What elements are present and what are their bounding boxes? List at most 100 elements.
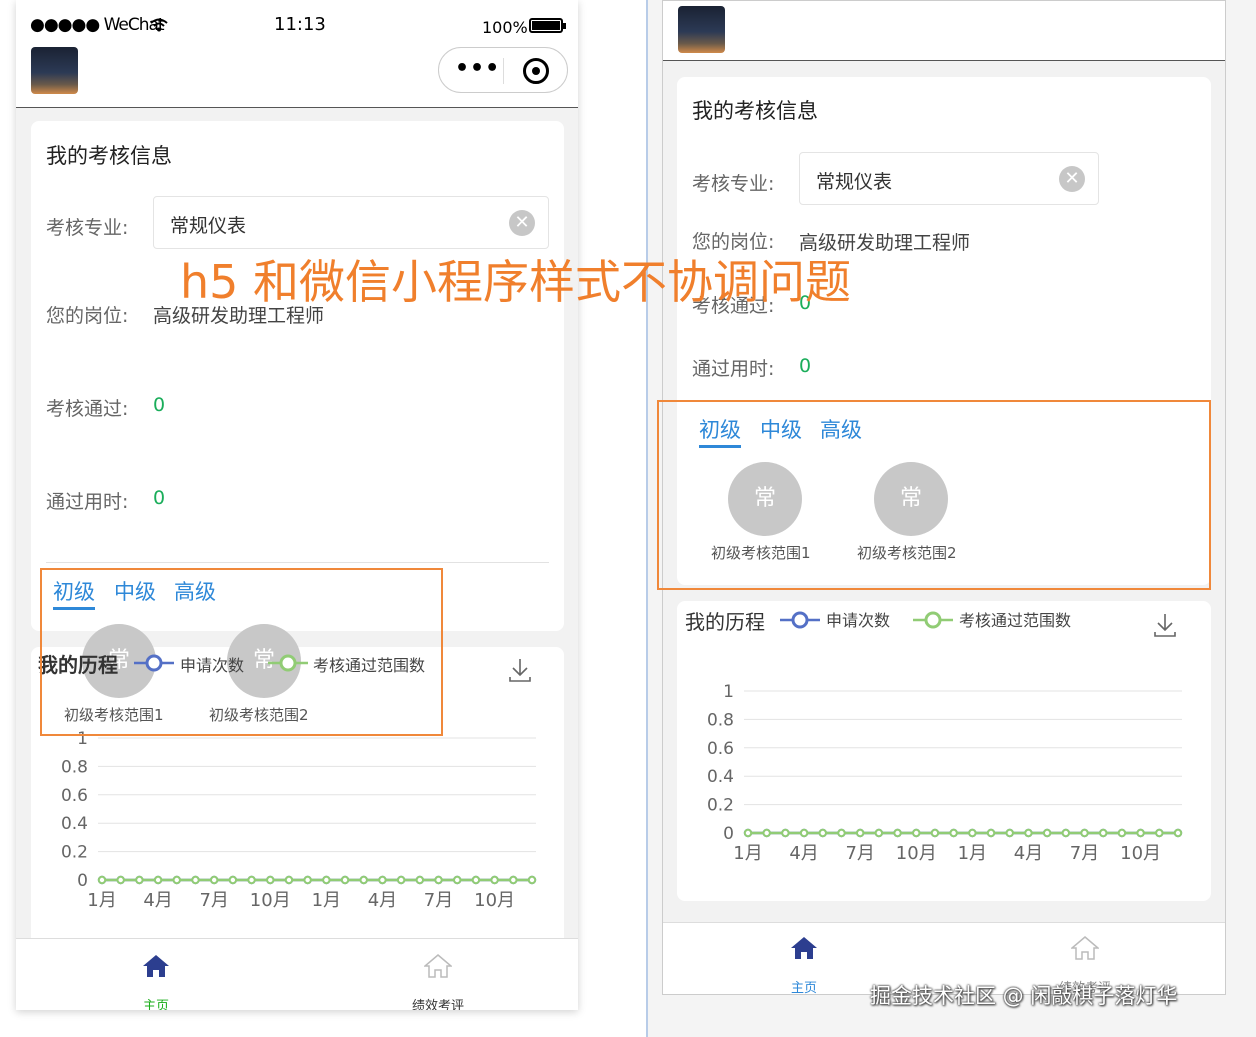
wechat-miniprogram-view: ●●●●● WeChat 11:13 100% ••• 我的考核信息 考核专业:… <box>16 0 578 1010</box>
tab-home[interactable]: 主页 <box>764 935 844 996</box>
data-point <box>191 875 200 885</box>
x-tick-label: 10月 <box>896 843 937 864</box>
y-tick-label: 0.2 <box>61 843 88 863</box>
watermark: 掘金技术社区 @ 闲敲棋子落灯华 <box>870 984 1178 1008</box>
data-point <box>1136 828 1145 838</box>
data-point <box>135 875 144 885</box>
x-tick-label: 10月 <box>250 890 291 911</box>
x-tick-label: 1月 <box>958 843 987 864</box>
y-tick-label: 0.4 <box>707 767 734 787</box>
data-point <box>968 828 977 838</box>
data-point <box>209 875 219 885</box>
x-tick-label: 7月 <box>424 890 453 911</box>
home-outline-icon <box>1069 936 1101 960</box>
highlight-box <box>657 400 1211 590</box>
x-tick-label: 4月 <box>1014 843 1043 864</box>
data-point <box>471 875 481 885</box>
tab-review[interactable]: 绩效考评 <box>398 953 478 1010</box>
data-point <box>172 875 181 885</box>
tab-home[interactable]: 主页 <box>116 953 196 1010</box>
time-value: 0 <box>153 487 166 509</box>
x-tick-label: 4月 <box>789 843 818 864</box>
data-point <box>453 875 462 885</box>
data-point <box>378 875 387 885</box>
data-point <box>893 828 902 838</box>
x-tick-label: 4月 <box>368 890 397 911</box>
tab-home-label: 主页 <box>142 999 169 1010</box>
data-point <box>837 828 846 838</box>
data-point <box>986 828 996 838</box>
info-title: 我的考核信息 <box>692 99 818 123</box>
major-value: 常规仪表 <box>816 171 893 193</box>
data-point <box>1061 828 1071 838</box>
data-point <box>284 875 294 885</box>
download-icon[interactable] <box>508 657 532 683</box>
data-point <box>855 828 865 838</box>
data-point <box>781 828 790 838</box>
history-chart: 0 0.2 0.4 0.6 0.8 1 1月 4月 7月 10月 1月 4月 7月 10月 <box>707 682 1183 864</box>
legend-series2-label: 考核通过范围数 <box>959 611 1072 630</box>
x-tick-label: 10月 <box>474 890 515 911</box>
app-logo[interactable] <box>31 47 78 94</box>
major-label: 考核专业: <box>692 173 775 195</box>
tab-review-label: 绩效考评 <box>411 999 464 1010</box>
x-tick-label: 1月 <box>733 843 762 864</box>
data-point <box>930 828 940 838</box>
major-label: 考核专业: <box>46 217 129 239</box>
data-point <box>1173 828 1183 838</box>
data-point <box>949 828 958 838</box>
data-point <box>415 875 425 885</box>
clear-icon[interactable]: ✕ <box>1059 166 1085 192</box>
data-point <box>1117 828 1127 838</box>
more-icon[interactable]: ••• <box>455 56 500 81</box>
data-point <box>818 828 827 838</box>
data-point <box>743 828 753 838</box>
major-select[interactable]: 常规仪表 ✕ <box>153 196 549 249</box>
carrier-label: ●●●●● WeChat <box>30 15 165 35</box>
history-card: 我的历程 申请次数 考核通过范围数 0 0.2 0.4 0.6 0.8 1 1月 4月 7月 10… <box>677 601 1211 901</box>
home-icon <box>143 955 169 977</box>
data-point <box>509 875 518 885</box>
x-tick-label: 7月 <box>199 890 228 911</box>
data-point <box>912 828 921 838</box>
clear-icon[interactable]: ✕ <box>509 210 535 236</box>
data-point <box>1005 828 1014 838</box>
data-point <box>874 828 884 838</box>
data-point <box>1042 828 1052 838</box>
data-point <box>762 828 771 838</box>
time-label: 通过用时: <box>46 491 129 513</box>
pass-value: 0 <box>153 394 166 416</box>
data-point <box>1080 828 1089 838</box>
capsule-menu[interactable]: ••• <box>438 47 568 93</box>
data-point <box>228 875 238 885</box>
pass-label: 考核通过: <box>46 398 129 420</box>
x-tick-label: 4月 <box>143 890 172 911</box>
data-point <box>266 875 275 885</box>
y-tick-label: 0.2 <box>707 796 734 816</box>
close-miniprogram-icon[interactable] <box>523 58 549 84</box>
major-select[interactable]: 常规仪表 ✕ <box>799 152 1099 205</box>
tab-home-label: 主页 <box>790 981 817 996</box>
major-value: 常规仪表 <box>170 215 247 237</box>
y-tick-label: 0.8 <box>61 757 88 777</box>
data-point <box>359 875 368 885</box>
x-tick-label: 1月 <box>87 890 116 911</box>
app-logo[interactable] <box>678 6 725 53</box>
download-icon[interactable] <box>1153 612 1177 638</box>
clock: 11:13 <box>274 14 326 35</box>
legend-series1-icon <box>780 611 820 629</box>
legend-series1-label: 申请次数 <box>826 611 891 630</box>
data-point <box>303 875 312 885</box>
y-tick-label: 0 <box>723 824 734 844</box>
y-tick-label: 0.4 <box>61 814 88 834</box>
history-title: 我的历程 <box>685 610 765 634</box>
data-point <box>434 875 443 885</box>
data-point <box>247 875 256 885</box>
data-point <box>97 875 107 885</box>
y-tick-label: 0.6 <box>61 786 88 806</box>
wifi-icon <box>150 18 168 32</box>
tab-bar: 主页 绩效考评 <box>16 938 578 1010</box>
overlay-title: h5 和微信小程序样式不协调问题 <box>180 255 852 309</box>
data-point <box>153 875 163 885</box>
info-card: 我的考核信息 考核专业: 常规仪表 ✕ 您的岗位: 高级研发助理工程师 考核通过… <box>31 121 564 631</box>
